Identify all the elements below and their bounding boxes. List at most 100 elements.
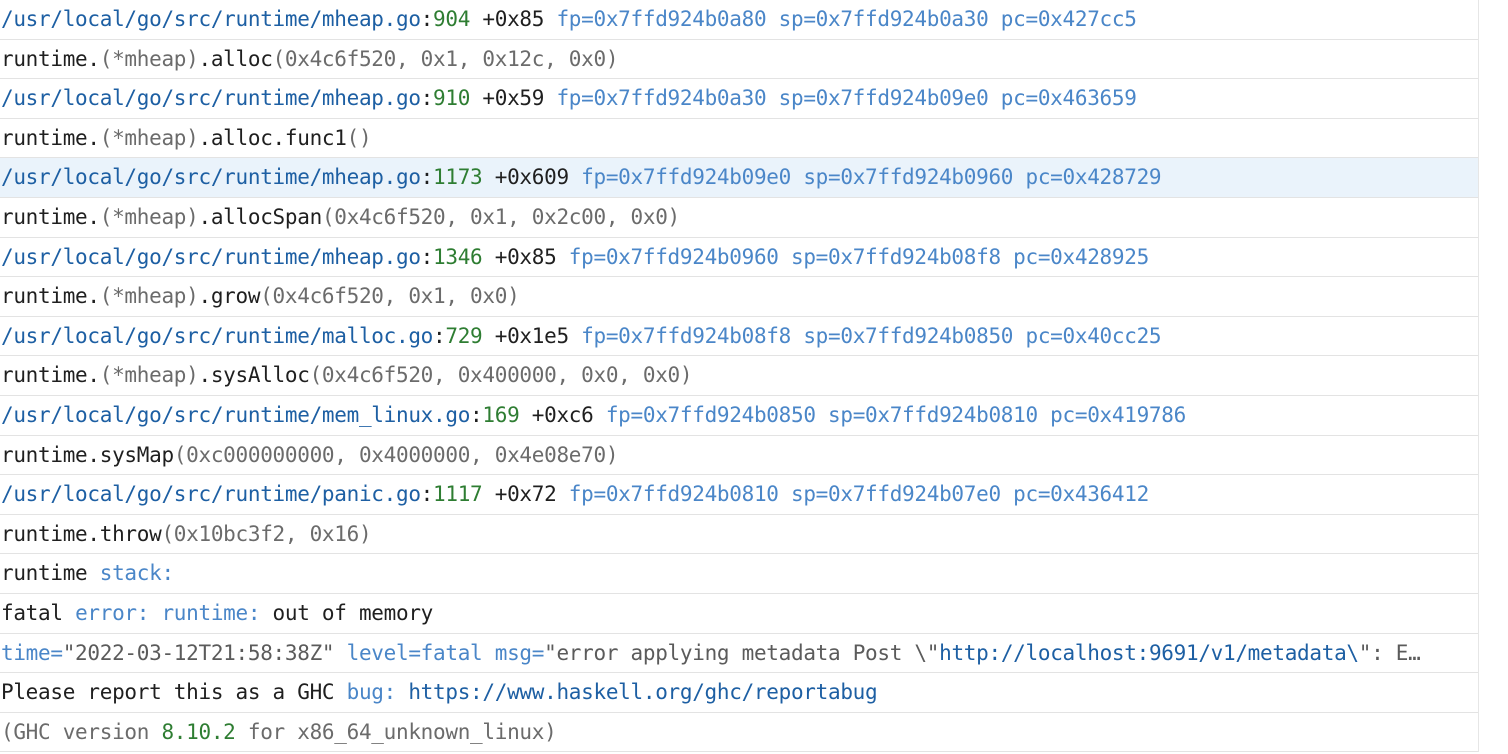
line-number: 8.10.2 xyxy=(161,719,236,744)
log-line[interactable]: /usr/local/go/src/runtime/mheap.go:1346 … xyxy=(0,238,1478,278)
log-line[interactable]: runtime.(*mheap).sysAlloc(0x4c6f520, 0x4… xyxy=(0,356,1478,396)
log-key: time= xyxy=(1,640,63,665)
url-link[interactable]: https://www.haskell.org/ghc/reportabug xyxy=(408,680,877,704)
log-line[interactable]: /usr/local/go/src/runtime/mheap.go:910 +… xyxy=(0,79,1478,119)
log-text: +0x85 xyxy=(482,244,569,269)
log-key: fp=0x7ffd924b09e0 sp=0x7ffd924b0960 pc=0… xyxy=(581,165,1162,190)
log-text: : xyxy=(470,402,483,427)
file-path-link[interactable]: /usr/local/go/src/runtime/mheap.go xyxy=(1,245,421,269)
log-line[interactable]: /usr/local/go/src/runtime/mem_linux.go:1… xyxy=(0,396,1478,436)
log-key: level=fatal xyxy=(346,640,483,665)
file-path-link[interactable]: /usr/local/go/src/runtime/mheap.go xyxy=(1,86,421,110)
call-args: (0x4c6f520, 0x1, 0x2c00, 0x0) xyxy=(321,204,680,229)
log-text: .allocSpan xyxy=(198,204,323,229)
log-text: : xyxy=(420,244,434,269)
log-text: +0xc6 xyxy=(519,402,606,427)
string-value: ": E… xyxy=(1358,640,1421,665)
log-text: : xyxy=(420,165,434,190)
call-args: () xyxy=(346,125,372,150)
call-args: (*mheap) xyxy=(99,125,199,150)
log-text: : xyxy=(433,323,446,348)
log-line[interactable]: /usr/local/go/src/runtime/panic.go:1117 … xyxy=(0,475,1478,515)
call-args: (0x4c6f520, 0x1, 0x0) xyxy=(260,284,520,309)
log-text: : xyxy=(420,86,434,111)
log-key: fp=0x7ffd924b08f8 sp=0x7ffd924b0850 pc=0… xyxy=(581,323,1162,348)
log-line[interactable]: /usr/local/go/src/runtime/mheap.go:904 +… xyxy=(0,0,1478,40)
log-line[interactable]: time="2022-03-12T21:58:38Z" level=fatal … xyxy=(0,634,1478,674)
line-number: 904 xyxy=(433,7,471,31)
log-line[interactable]: runtime stack: xyxy=(0,554,1478,594)
log-text: runtime xyxy=(1,561,100,586)
log-line[interactable]: runtime.(*mheap).alloc.func1() xyxy=(0,119,1478,159)
line-number: 1346 xyxy=(433,244,483,269)
log-line[interactable]: runtime.(*mheap).allocSpan(0x4c6f520, 0x… xyxy=(0,198,1478,238)
string-value: "error applying metadata Post \" xyxy=(544,640,940,665)
log-key: runtime: xyxy=(161,600,261,625)
log-line[interactable]: Please report this as a GHC bug: https:/… xyxy=(0,673,1478,713)
log-line[interactable]: runtime.throw(0x10bc3f2, 0x16) xyxy=(0,515,1478,555)
log-text: runtime. xyxy=(1,363,100,388)
log-text: runtime. xyxy=(1,284,100,309)
line-number: 1117 xyxy=(433,482,483,507)
log-text: Please report this as a GHC xyxy=(1,680,347,705)
line-number: 169 xyxy=(482,402,520,427)
call-args: (0x10bc3f2, 0x16) xyxy=(161,521,372,546)
log-key: fp=0x7ffd924b0810 sp=0x7ffd924b07e0 pc=0… xyxy=(568,482,1149,507)
line-number: 910 xyxy=(433,86,471,111)
log-text: .alloc xyxy=(198,46,273,71)
log-line[interactable]: /usr/local/go/src/runtime/mheap.go:1173 … xyxy=(0,158,1478,198)
log-key: fp=0x7ffd924b0850 sp=0x7ffd924b0810 pc=0… xyxy=(605,402,1186,427)
log-line[interactable]: runtime.sysMap(0xc000000000, 0x4000000, … xyxy=(0,436,1478,476)
log-text: fatal xyxy=(1,600,76,625)
file-path-link[interactable]: /usr/local/go/src/runtime/mheap.go xyxy=(1,165,421,189)
log-text: runtime. xyxy=(1,204,100,229)
log-text: .alloc.func1 xyxy=(198,125,347,150)
log-key: fp=0x7ffd924b0a80 sp=0x7ffd924b0a30 pc=0… xyxy=(556,7,1137,31)
log-text: +0x59 xyxy=(470,86,557,111)
file-path-link[interactable]: /usr/local/go/src/runtime/mheap.go xyxy=(1,7,421,31)
file-path-link[interactable]: /usr/local/go/src/runtime/mem_linux.go xyxy=(1,403,470,427)
line-number: 729 xyxy=(445,323,483,348)
log-text: .grow xyxy=(198,284,261,309)
log-line[interactable]: runtime.(*mheap).grow(0x4c6f520, 0x1, 0x… xyxy=(0,277,1478,317)
log-text: : xyxy=(420,7,434,31)
log-key: fp=0x7ffd924b0960 sp=0x7ffd924b08f8 pc=0… xyxy=(568,244,1149,269)
log-key: msg= xyxy=(494,640,545,665)
log-text: runtime. xyxy=(1,125,100,150)
call-args: (*mheap) xyxy=(99,46,199,71)
file-path-link[interactable]: /usr/local/go/src/runtime/panic.go xyxy=(1,482,421,506)
log-text: runtime.throw xyxy=(1,521,162,546)
log-key: stack: xyxy=(99,561,174,586)
log-line[interactable]: (GHC version 8.10.2 for x86_64_unknown_l… xyxy=(0,713,1478,753)
log-key: error: xyxy=(75,600,150,625)
url-link[interactable]: http://localhost:9691/v1/metadata\ xyxy=(939,641,1359,665)
log-line[interactable]: fatal error: runtime: out of memory xyxy=(0,594,1478,634)
call-args: (*mheap) xyxy=(99,204,199,229)
call-args: for x86_64_unknown_linux) xyxy=(235,719,557,744)
log-output: /usr/local/go/src/runtime/mheap.go:904 +… xyxy=(0,0,1479,753)
log-text: out of memory xyxy=(260,600,434,625)
call-args: (GHC version xyxy=(1,719,162,744)
log-key: bug: xyxy=(346,680,397,705)
log-text: : xyxy=(420,482,434,507)
log-line[interactable]: runtime.(*mheap).alloc(0x4c6f520, 0x1, 0… xyxy=(0,40,1478,80)
call-args: (0x4c6f520, 0x400000, 0x0, 0x0) xyxy=(309,363,693,388)
log-text: +0x72 xyxy=(482,482,569,507)
log-text: +0x609 xyxy=(482,165,582,190)
string-value: "2022-03-12T21:58:38Z" xyxy=(62,640,335,665)
log-text: .sysAlloc xyxy=(198,363,310,388)
log-text: +0x1e5 xyxy=(482,323,582,348)
log-key: fp=0x7ffd924b0a30 sp=0x7ffd924b09e0 pc=0… xyxy=(556,86,1137,111)
call-args: (*mheap) xyxy=(99,284,199,309)
log-text: runtime.sysMap xyxy=(1,442,174,467)
line-number: 1173 xyxy=(433,165,483,190)
log-text: +0x85 xyxy=(470,7,557,31)
call-args: (0x4c6f520, 0x1, 0x12c, 0x0) xyxy=(272,46,619,71)
file-path-link[interactable]: /usr/local/go/src/runtime/malloc.go xyxy=(1,324,433,348)
call-args: (0xc000000000, 0x4000000, 0x4e08e70) xyxy=(173,442,619,467)
log-line[interactable]: /usr/local/go/src/runtime/malloc.go:729 … xyxy=(0,317,1478,357)
